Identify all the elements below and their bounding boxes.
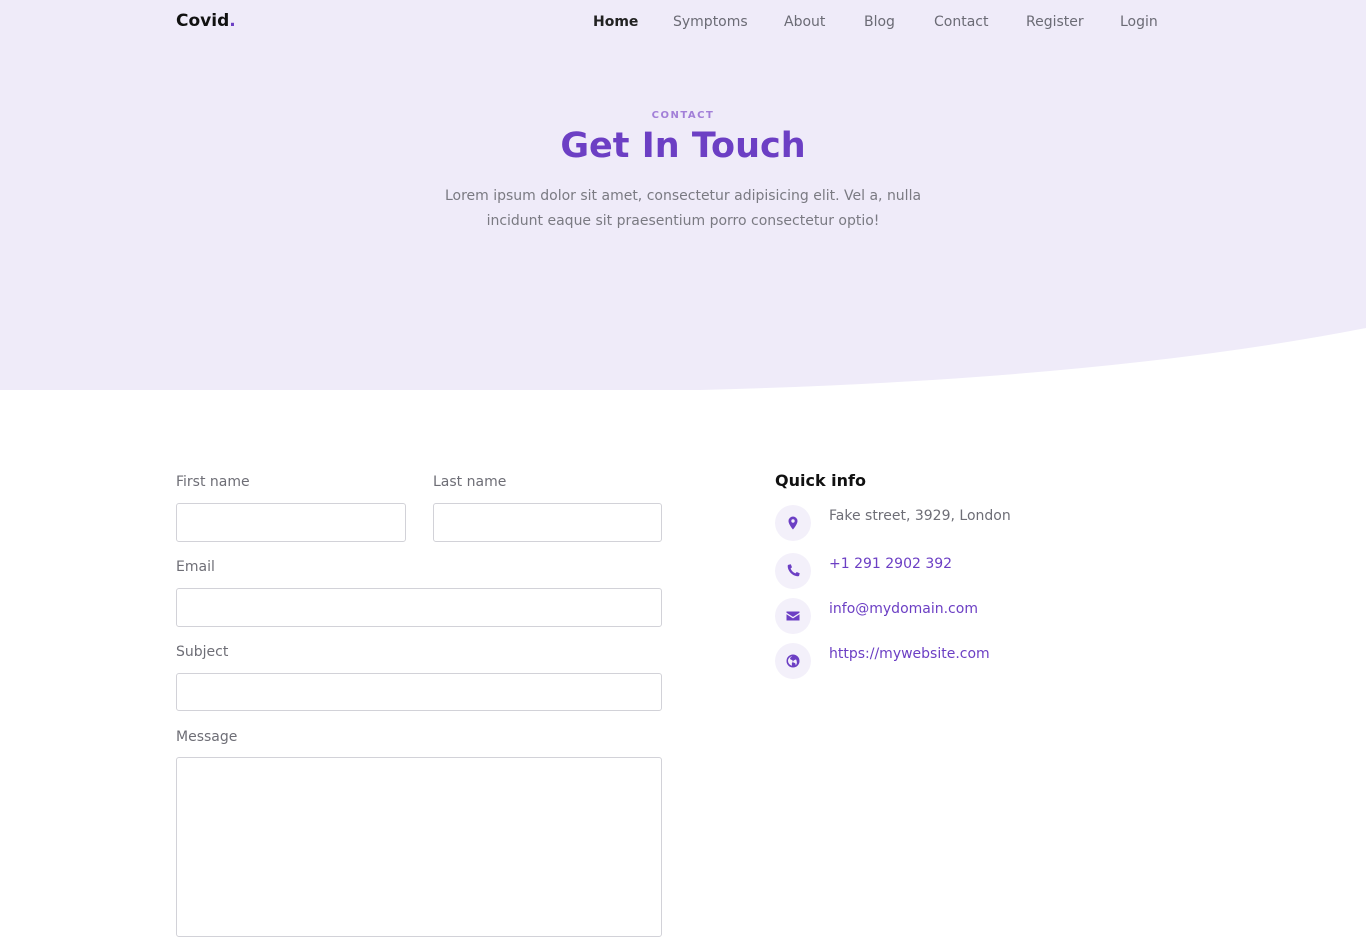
globe-icon <box>775 643 811 679</box>
brand-name: Covid <box>176 11 230 31</box>
subject-label: Subject <box>176 644 229 660</box>
website-link[interactable]: https://mywebsite.com <box>829 646 990 662</box>
nav-symptoms[interactable]: Symptoms <box>673 14 748 30</box>
hero-lead: Lorem ipsum dolor sit amet, consectetur … <box>444 188 922 229</box>
nav-register[interactable]: Register <box>1026 14 1084 30</box>
first-name-label: First name <box>176 474 250 490</box>
hero-eyebrow: CONTACT <box>651 110 715 121</box>
last-name-field[interactable] <box>433 503 662 542</box>
page-title: Get In Touch <box>560 126 806 166</box>
email-link[interactable]: info@mydomain.com <box>829 601 978 617</box>
nav-about[interactable]: About <box>784 14 825 30</box>
quick-info-title: Quick info <box>775 471 866 490</box>
email-field[interactable] <box>176 588 662 627</box>
last-name-label: Last name <box>433 474 507 490</box>
first-name-field[interactable] <box>176 503 406 542</box>
brand-logo[interactable]: Covid. <box>176 11 236 31</box>
message-label: Message <box>176 729 238 745</box>
brand-dot: . <box>229 11 236 31</box>
envelope-icon <box>775 598 811 634</box>
phone-link[interactable]: +1 291 2902 392 <box>829 556 952 572</box>
message-field[interactable] <box>176 757 662 937</box>
nav-login[interactable]: Login <box>1120 14 1158 30</box>
nav-blog[interactable]: Blog <box>864 14 895 30</box>
phone-icon <box>775 553 811 589</box>
map-pin-icon <box>775 505 811 541</box>
email-label: Email <box>176 559 215 575</box>
nav-home[interactable]: Home <box>593 14 638 30</box>
nav-contact[interactable]: Contact <box>934 14 988 30</box>
address-text: Fake street, 3929, London <box>829 508 1011 524</box>
subject-field[interactable] <box>176 673 662 711</box>
